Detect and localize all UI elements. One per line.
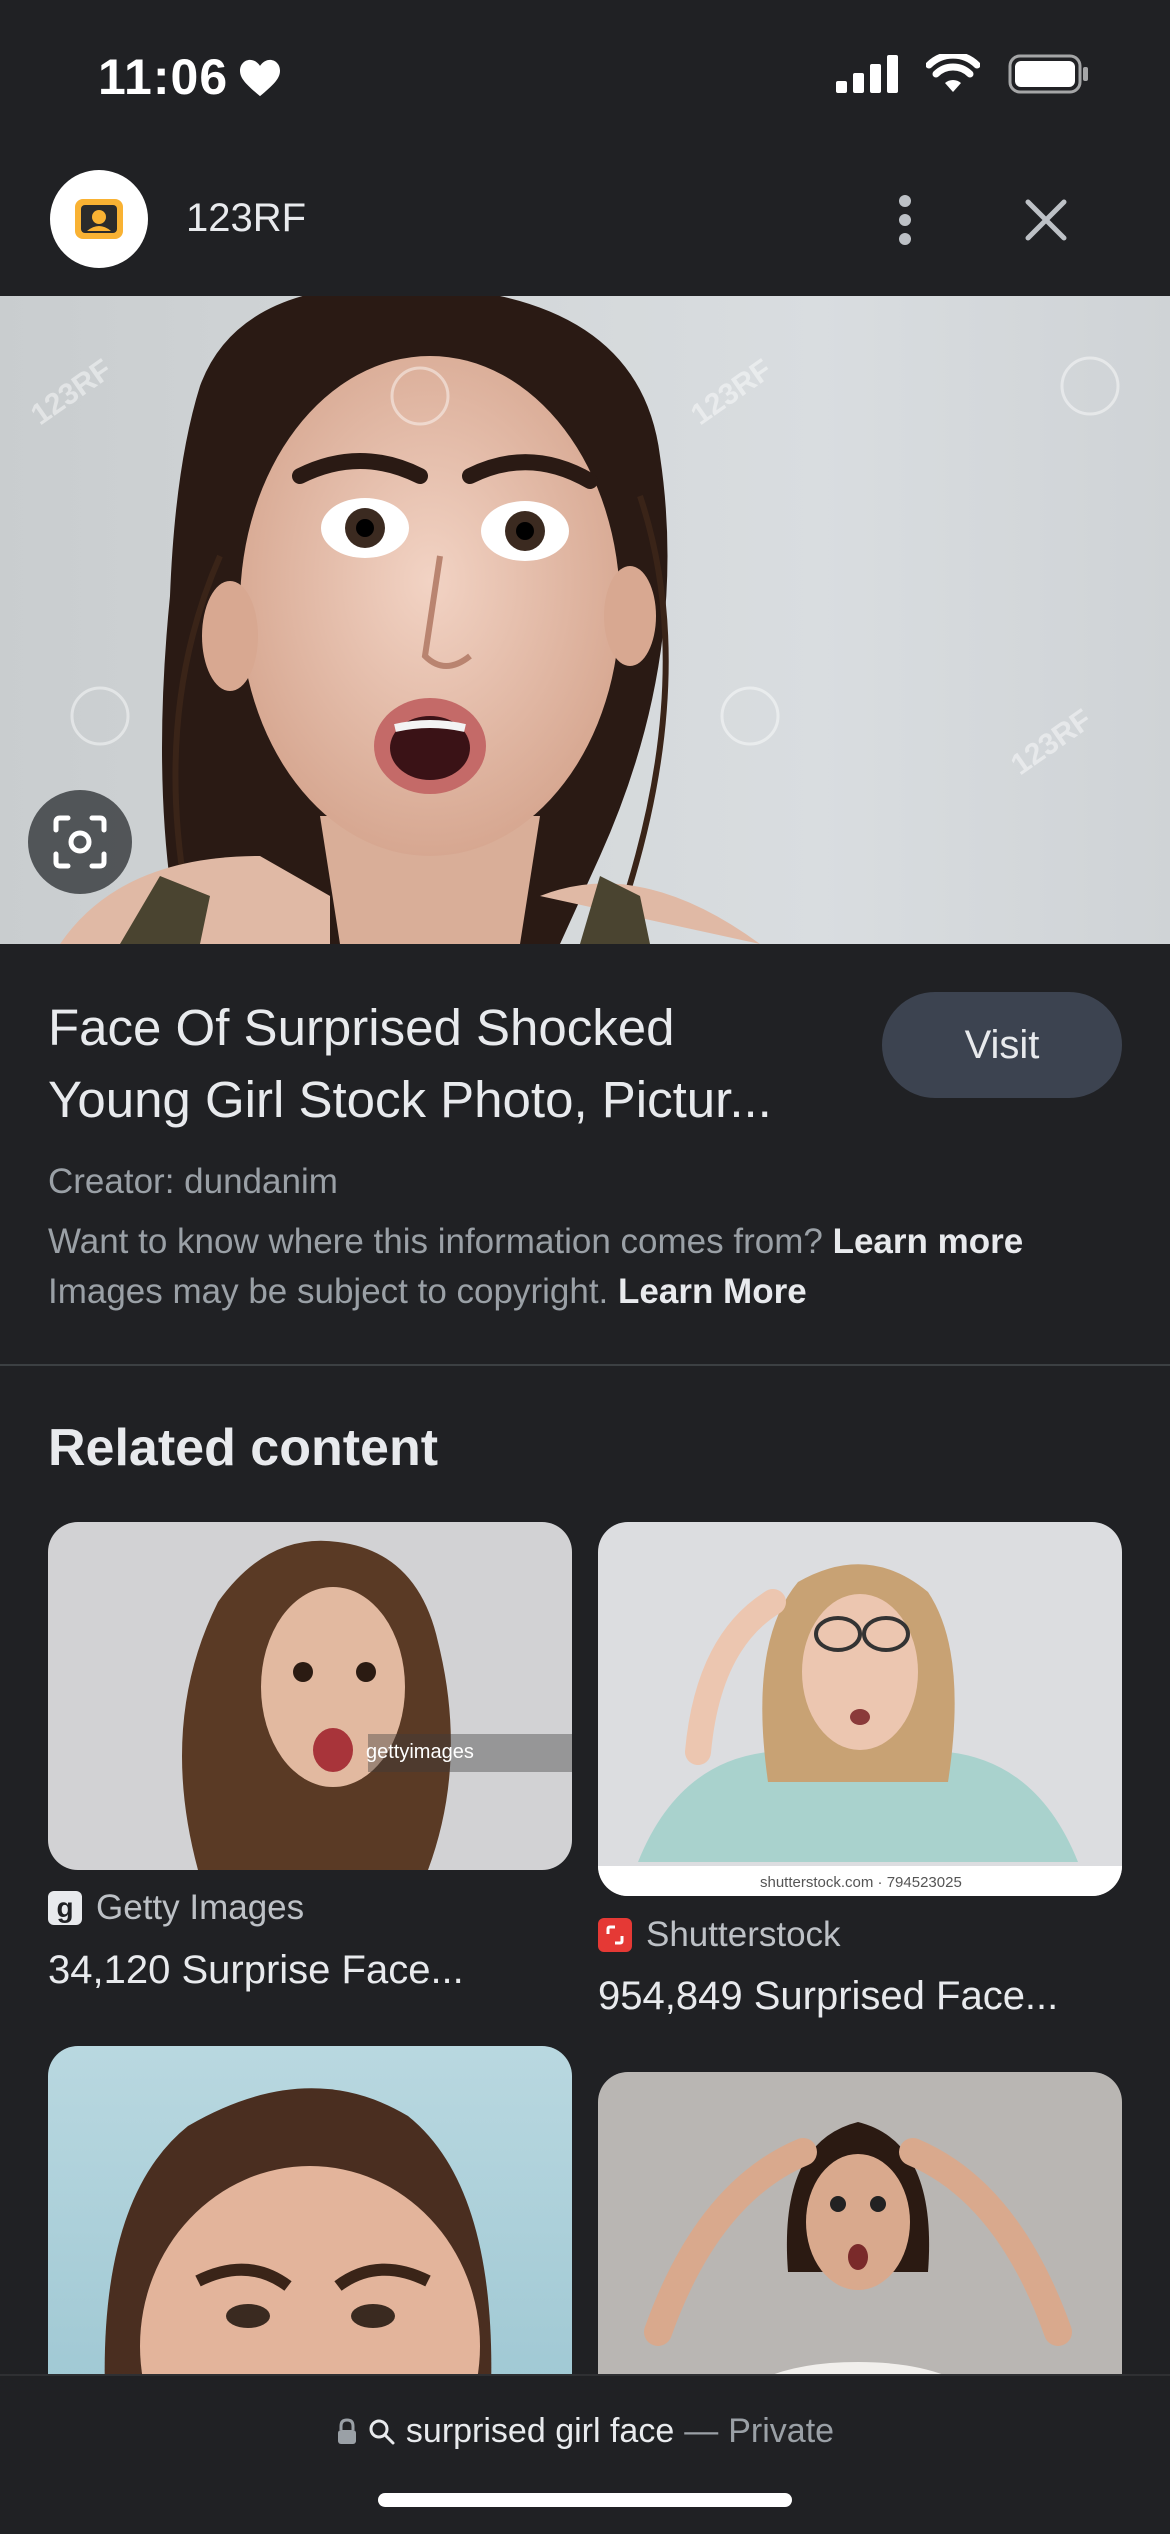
battery-icon: [1008, 54, 1088, 94]
signal-icon: [836, 55, 898, 93]
related-card-image[interactable]: shutterstock.com · 794523025: [598, 1522, 1122, 1896]
close-button[interactable]: [1010, 185, 1082, 255]
more-options-button[interactable]: [880, 185, 930, 255]
portrait-illustration: 123RF 123RF 123RF: [25, 296, 1120, 944]
search-icon: [369, 2419, 395, 2444]
camera-icon: [75, 199, 123, 239]
info-note: Want to know where this information come…: [48, 1222, 1023, 1262]
more-vert-icon: [899, 195, 911, 245]
copyright-text: Images may be subject to copyright.: [48, 1272, 609, 1311]
related-content-heading: Related content: [48, 1419, 439, 1477]
status-indicators: [836, 54, 1090, 94]
result-title[interactable]: Face Of Surprised Shocked Young Girl Sto…: [48, 992, 868, 1136]
related-photo: shutterstock.com · 794523025: [598, 1564, 1122, 1896]
related-card-image[interactable]: gettyimages: [48, 1522, 572, 1870]
source-name: Shutterstock: [646, 1915, 841, 1954]
bottom-address-bar: [0, 2374, 1170, 2534]
watermark-text: 123RF: [25, 353, 118, 432]
section-divider: [0, 1364, 1170, 1366]
lens-icon: [53, 815, 107, 869]
search-query: surprised girl face: [405, 2412, 675, 2450]
copyright-learn-more-link[interactable]: Learn More: [618, 1272, 807, 1311]
close-icon: [1025, 199, 1067, 241]
result-title-line1: Face Of Surprised Shocked: [48, 999, 675, 1056]
related-card-caption[interactable]: 954,849 Surprised Face...: [598, 1974, 1058, 2019]
address-bar[interactable]: surprised girl face — Private: [0, 2412, 1170, 2451]
lock-icon: [337, 2417, 356, 2444]
related-photo: gettyimages: [182, 1540, 572, 1870]
site-logo[interactable]: [50, 170, 148, 268]
heart-icon: [238, 58, 282, 103]
getty-watermark: gettyimages: [366, 1741, 474, 1763]
wifi-icon: [926, 54, 980, 92]
info-text: Want to know where this information come…: [48, 1222, 823, 1261]
copyright-note: Images may be subject to copyright. Lear…: [48, 1272, 807, 1312]
shutterstock-logo-icon: [598, 1918, 632, 1952]
result-title-line2: Young Girl Stock Photo, Pictur...: [48, 1071, 772, 1128]
learn-more-link[interactable]: Learn more: [833, 1222, 1024, 1261]
source-name: Getty Images: [96, 1888, 305, 1927]
watermark-text: 123RF: [685, 353, 778, 432]
shutterstock-watermark: shutterstock.com · 794523025: [760, 1874, 962, 1891]
lens-search-button[interactable]: [28, 790, 132, 894]
getty-logo-icon: g: [48, 1891, 82, 1925]
result-image[interactable]: 123RF 123RF 123RF: [0, 296, 1170, 944]
status-time: 11:06: [98, 49, 229, 105]
visit-button[interactable]: Visit: [882, 992, 1122, 1098]
private-mode-label: Private: [728, 2412, 835, 2450]
related-card-source: Shutterstock: [598, 1915, 841, 1955]
separator: —: [684, 2412, 719, 2450]
related-card-caption[interactable]: 34,120 Surprise Face...: [48, 1948, 464, 1993]
site-name[interactable]: 123RF: [186, 196, 306, 241]
related-card-source: g Getty Images: [48, 1888, 304, 1928]
home-indicator[interactable]: [378, 2493, 792, 2507]
creator-text: Creator: dundanim: [48, 1162, 338, 1201]
watermark-text: 123RF: [1005, 703, 1098, 782]
